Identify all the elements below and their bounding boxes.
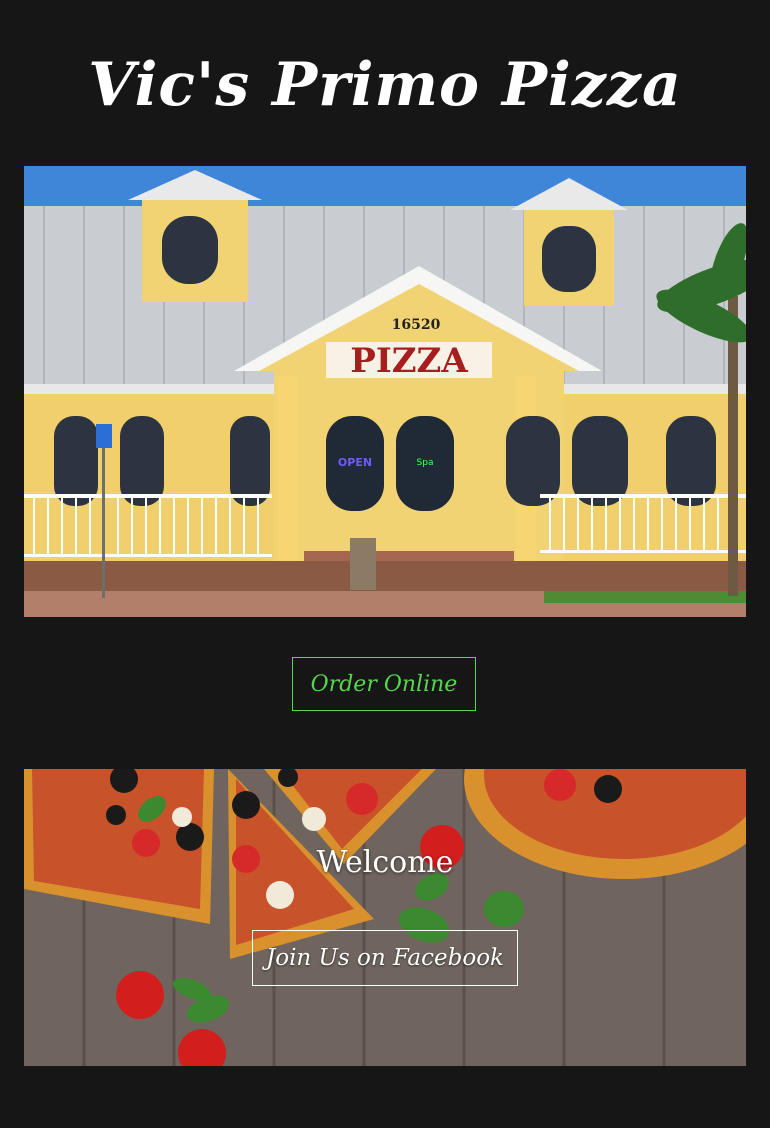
open-sign: OPEN xyxy=(338,456,372,469)
address-number: 16520 xyxy=(392,317,441,333)
storefront-image: 16520 PIZZA OPEN Spa xyxy=(24,166,746,617)
neon-sign: Spa xyxy=(417,458,434,468)
welcome-banner: Welcome Join Us on Facebook xyxy=(24,769,746,1066)
order-online-button[interactable]: Order Online xyxy=(292,657,476,711)
facebook-button[interactable]: Join Us on Facebook xyxy=(252,930,518,986)
page-title: Vic's Primo Pizza xyxy=(88,50,682,120)
welcome-heading: Welcome xyxy=(316,845,454,880)
pizza-sign: PIZZA xyxy=(350,341,468,381)
